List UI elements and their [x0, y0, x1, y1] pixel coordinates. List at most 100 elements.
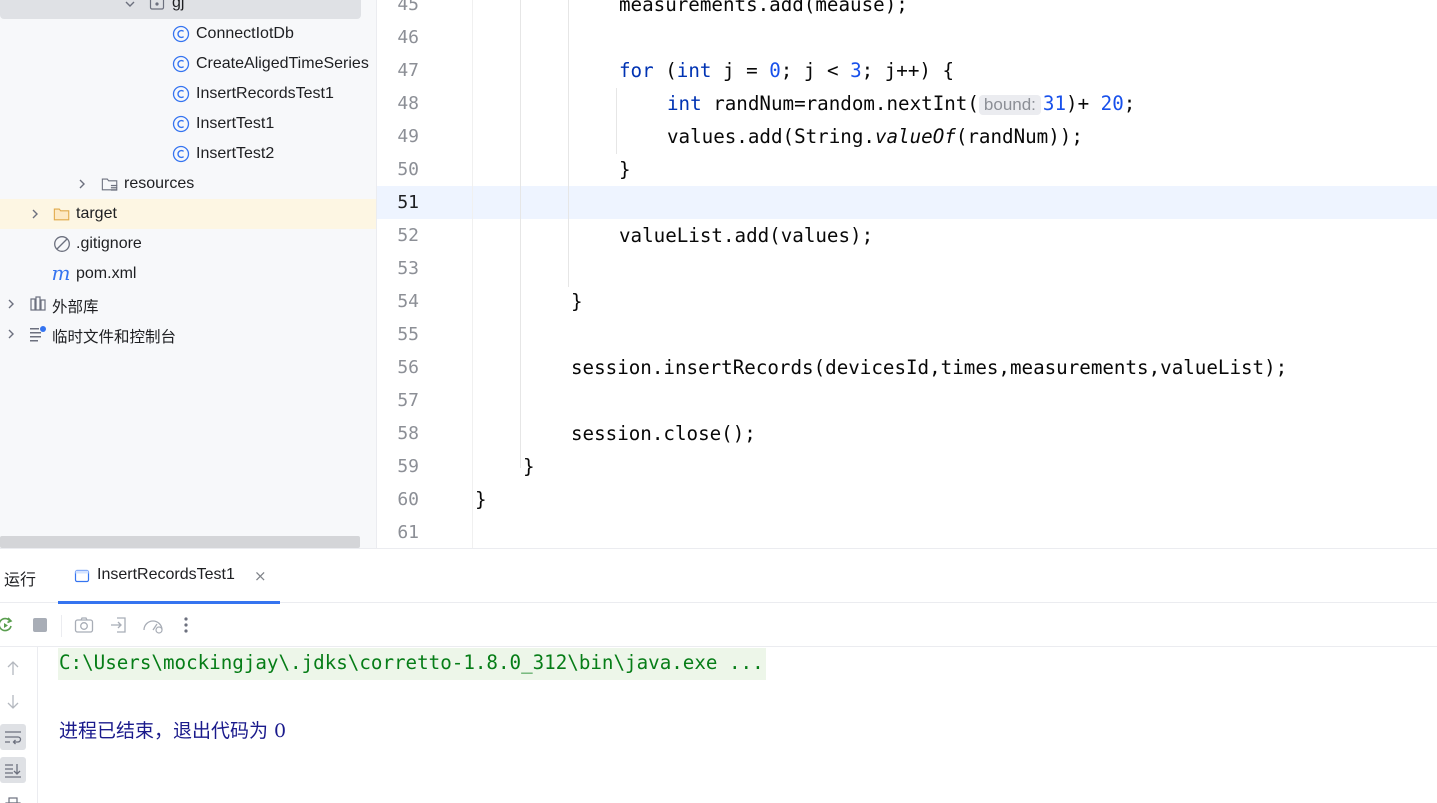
tree-item-label: ConnectIotDb — [196, 25, 294, 42]
indent-guide — [568, 0, 569, 287]
tree-item-gj[interactable]: gj — [0, 0, 361, 19]
code-token: } — [475, 488, 487, 511]
run-toolbar — [0, 603, 1437, 647]
tree-item-resources[interactable]: resources — [0, 169, 376, 199]
login-icon[interactable] — [108, 614, 130, 636]
ignore-file-icon — [53, 235, 71, 253]
line-number: 45 — [397, 0, 419, 15]
line-number: 53 — [397, 258, 419, 279]
chevron-right-icon[interactable] — [76, 178, 88, 190]
tree-item-gitignore[interactable]: .gitignore — [0, 229, 376, 259]
code-token: ; j < — [780, 59, 851, 82]
line-number: 50 — [397, 159, 419, 180]
code-token: valueList.add(values); — [619, 224, 874, 247]
class-icon — [172, 85, 190, 103]
console-command-line[interactable]: C:\Users\mockingjay\.jdks\corretto-1.8.0… — [58, 648, 766, 680]
chevron-right-icon[interactable] — [29, 208, 41, 220]
tree-item-pom[interactable]: m pom.xml — [0, 259, 376, 289]
code-token: } — [571, 290, 583, 313]
tree-item-inserttest2[interactable]: InsertTest2 — [0, 139, 376, 169]
tree-item-label: resources — [124, 175, 195, 192]
code-line[interactable]: int randNum=random.nextInt(bound: 31)+ 20… — [667, 92, 1135, 115]
line-number: 57 — [397, 390, 419, 411]
camera-icon[interactable] — [73, 614, 95, 636]
code-token: j = — [711, 59, 770, 82]
tree-item-label: InsertRecordsTest1 — [196, 85, 334, 102]
line-number: 54 — [397, 291, 419, 312]
code-token: ; — [1123, 92, 1136, 115]
console-exit-message: 进程已结束，退出代码为 0 — [59, 720, 287, 742]
tree-item-target[interactable]: target — [0, 199, 376, 229]
code-line[interactable]: } — [571, 290, 583, 313]
print-icon[interactable] — [0, 790, 26, 803]
soft-wrap-icon[interactable] — [0, 724, 26, 750]
code-token: session.close(); — [571, 422, 756, 445]
horizontal-scrollbar[interactable] — [0, 536, 360, 548]
code-token: ; j++) { — [861, 59, 955, 82]
line-number: 56 — [397, 357, 419, 378]
tree-item-label: gj — [172, 0, 185, 11]
code-line[interactable]: measurements.add(meause); — [619, 0, 908, 16]
console-side-toolbar — [0, 647, 38, 803]
tree-item-label: 外部库 — [52, 298, 99, 316]
close-icon[interactable]: × — [254, 567, 267, 585]
tree-item-label: 临时文件和控制台 — [52, 328, 177, 346]
tree-item-external-libraries[interactable]: 外部库 — [0, 289, 376, 319]
indent-guide — [520, 0, 521, 468]
code-token: measurements.add(meause); — [619, 0, 908, 16]
code-token: 0 — [769, 59, 781, 82]
tree-item-label: CreateAligedTimeSeries — [196, 55, 369, 72]
code-token: valueOf — [874, 125, 956, 148]
code-token: ( — [653, 59, 677, 82]
tree-item-inserttest1[interactable]: InsertTest1 — [0, 109, 376, 139]
more-options-icon[interactable] — [175, 614, 197, 636]
tree-item-scratches[interactable]: 临时文件和控制台 — [0, 319, 376, 349]
run-tab-bar: 运行 InsertRecordsTest1 × — [0, 549, 1437, 604]
chevron-down-icon[interactable] — [124, 0, 136, 10]
tree-item-insertrecordstest1[interactable]: InsertRecordsTest1 — [0, 79, 376, 109]
code-line[interactable]: } — [619, 158, 631, 181]
package-icon — [148, 0, 166, 12]
code-line[interactable]: values.add(String.valueOf(randNum)); — [667, 125, 1083, 148]
scroll-down-icon[interactable] — [0, 689, 26, 715]
scroll-to-end-icon[interactable] — [0, 757, 26, 783]
run-panel-title: 运行 — [4, 570, 37, 589]
rerun-icon[interactable] — [0, 614, 16, 636]
folder-icon — [53, 205, 71, 223]
current-line-highlight — [377, 186, 1437, 219]
class-icon — [172, 55, 190, 73]
tree-item-label: target — [76, 205, 117, 222]
tree-item-label: InsertTest2 — [196, 145, 275, 162]
line-number: 58 — [397, 423, 419, 444]
line-number: 47 — [397, 60, 419, 81]
run-tab-insertrecordstest1[interactable]: InsertRecordsTest1 × — [58, 549, 280, 604]
code-line[interactable]: } — [523, 455, 535, 478]
code-line[interactable]: for (int j = 0; j < 3; j++) { — [619, 59, 954, 82]
indent-guide — [616, 88, 617, 154]
chevron-right-icon[interactable] — [5, 328, 17, 340]
library-icon — [29, 295, 47, 313]
line-number: 49 — [397, 126, 419, 147]
line-number: 48 — [397, 93, 419, 114]
profiler-icon[interactable] — [142, 614, 164, 636]
code-token: int — [676, 59, 712, 82]
code-token: for — [619, 59, 654, 82]
line-number-current: 51 — [397, 192, 419, 213]
chevron-right-icon[interactable] — [5, 298, 17, 310]
run-tab-label: InsertRecordsTest1 — [97, 566, 235, 583]
project-tree: gj ConnectIotDb CreateAligedTimeSeries I… — [0, 0, 377, 548]
code-line[interactable]: } — [475, 488, 487, 511]
code-line[interactable]: valueList.add(values); — [619, 224, 873, 247]
stop-icon[interactable] — [29, 614, 51, 636]
line-number: 52 — [397, 225, 419, 246]
parameter-hint: bound: — [978, 95, 1041, 115]
tree-item-createaligedtimeseries[interactable]: CreateAligedTimeSeries — [0, 49, 376, 79]
code-line[interactable]: session.insertRecords(devicesId,times,me… — [571, 356, 1287, 379]
code-editor[interactable]: 45 46 47 48 49 50 51 52 53 54 55 56 57 5… — [377, 0, 1437, 548]
code-token: )+ — [1066, 92, 1101, 115]
resources-folder-icon — [101, 175, 119, 193]
code-token: 3 — [850, 59, 862, 82]
tree-item-connectiotdb[interactable]: ConnectIotDb — [0, 19, 376, 49]
code-line[interactable]: session.close(); — [571, 422, 756, 445]
scroll-up-icon[interactable] — [0, 655, 26, 681]
